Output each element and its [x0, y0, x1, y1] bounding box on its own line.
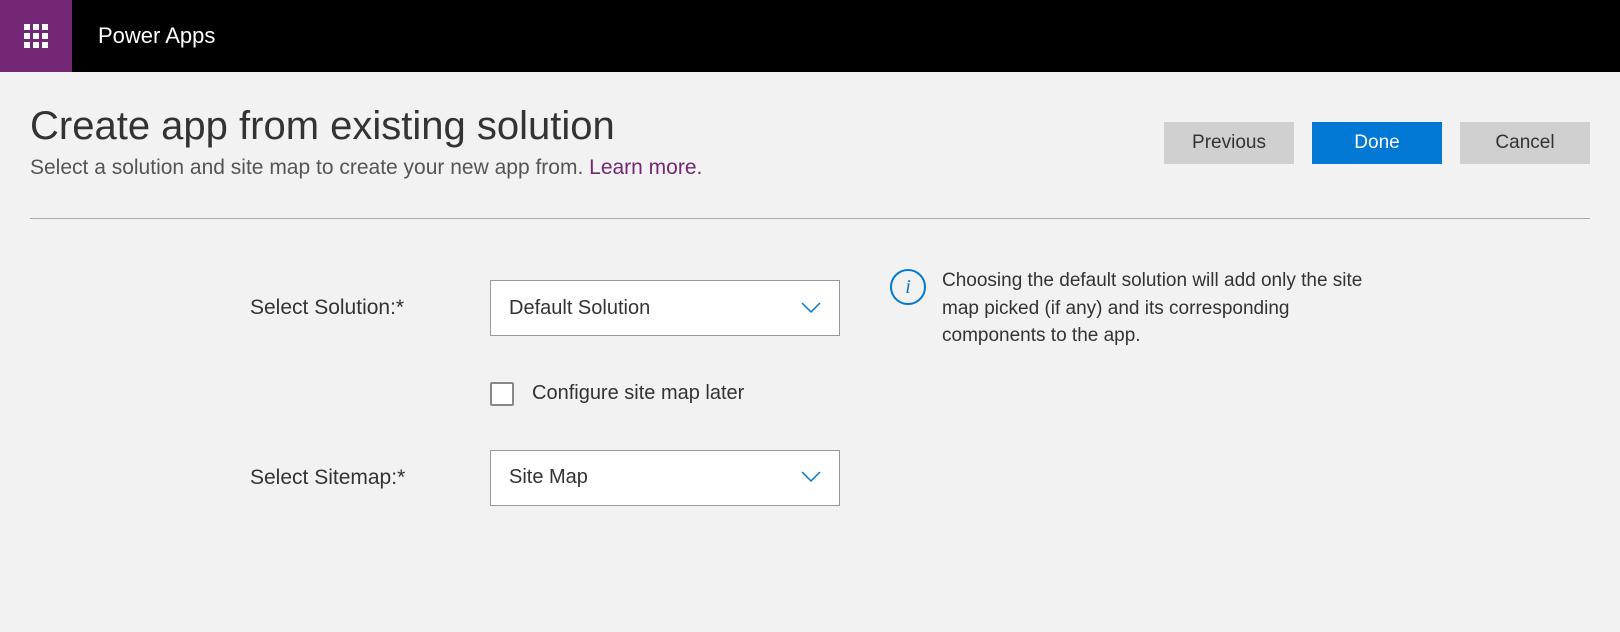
solution-row: Select Solution:* Default Solution i Cho…	[250, 267, 1590, 350]
solution-select-value: Default Solution	[509, 297, 650, 320]
solution-select[interactable]: Default Solution	[490, 280, 840, 336]
sitemap-row: Select Sitemap:* Site Map	[250, 450, 1590, 506]
subtitle-text: Select a solution and site map to create…	[30, 156, 589, 179]
configure-later-row: Configure site map later	[490, 382, 1590, 406]
page-title: Create app from existing solution	[30, 102, 1164, 150]
done-button[interactable]: Done	[1312, 122, 1442, 164]
sitemap-select-value: Site Map	[509, 466, 588, 489]
action-buttons: Previous Done Cancel	[1164, 102, 1590, 164]
chevron-down-icon	[801, 297, 821, 320]
chevron-down-icon	[801, 466, 821, 489]
info-message: i Choosing the default solution will add…	[890, 267, 1370, 350]
app-name: Power Apps	[72, 0, 215, 72]
app-header: Power Apps	[0, 0, 1620, 72]
sitemap-label: Select Sitemap:*	[250, 466, 490, 490]
info-icon: i	[890, 269, 926, 305]
form-area: Select Solution:* Default Solution i Cho…	[30, 219, 1590, 506]
main-content: Create app from existing solution Select…	[0, 72, 1620, 506]
sitemap-select[interactable]: Site Map	[490, 450, 840, 506]
info-text: Choosing the default solution will add o…	[942, 267, 1370, 350]
title-row: Create app from existing solution Select…	[30, 102, 1590, 180]
configure-later-checkbox[interactable]	[490, 382, 514, 406]
previous-button[interactable]: Previous	[1164, 122, 1294, 164]
page-subtitle: Select a solution and site map to create…	[30, 156, 1164, 180]
app-launcher-button[interactable]	[0, 0, 72, 72]
learn-more-link[interactable]: Learn more.	[589, 156, 702, 179]
title-block: Create app from existing solution Select…	[30, 102, 1164, 180]
solution-label: Select Solution:*	[250, 296, 490, 320]
cancel-button[interactable]: Cancel	[1460, 122, 1590, 164]
configure-later-label: Configure site map later	[532, 382, 744, 405]
waffle-icon	[24, 24, 48, 48]
